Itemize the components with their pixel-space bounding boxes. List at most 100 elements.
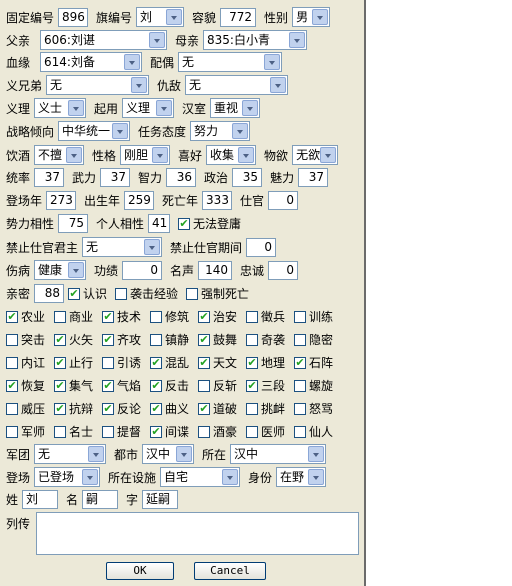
skill-checkbox[interactable]: ✔ 齐攻 [102, 331, 150, 348]
surname-input[interactable]: 刘 [22, 490, 59, 509]
int-input[interactable]: 36 [166, 168, 197, 187]
check-icon[interactable]: ✔ [246, 379, 258, 392]
checkbox-box[interactable] [294, 425, 306, 438]
skill-checkbox[interactable]: 仙人 [294, 423, 342, 440]
cannot-recruit-checkbox[interactable]: ✔ 无法登庸 [178, 215, 241, 232]
chevron-down-icon[interactable] [264, 54, 281, 70]
skill-checkbox[interactable]: ✔ 反论 [102, 400, 150, 417]
lead-input[interactable]: 37 [34, 168, 65, 187]
skill-checkbox[interactable]: ✔ 气焰 [102, 377, 150, 394]
righteous-select[interactable]: 义士 [34, 98, 87, 118]
facility-select[interactable]: 自宅 [160, 467, 241, 487]
skill-checkbox[interactable]: ✔ 集气 [54, 377, 102, 394]
checkbox-box[interactable] [246, 333, 258, 346]
death-input[interactable]: 333 [202, 191, 233, 210]
spouse-select[interactable]: 无 [178, 52, 283, 72]
skill-checkbox[interactable]: 军师 [6, 423, 54, 440]
check-icon[interactable]: ✔ [54, 402, 66, 415]
chevron-down-icon[interactable] [88, 446, 105, 462]
location-select[interactable]: 汉中 [230, 444, 327, 464]
chevron-down-icon[interactable] [232, 123, 249, 139]
ok-button[interactable]: OK [106, 562, 174, 580]
chevron-down-icon[interactable] [312, 9, 329, 25]
intimacy-input[interactable]: 88 [34, 284, 65, 303]
cha-input[interactable]: 37 [298, 168, 329, 187]
personality-select[interactable]: 刚胆 [120, 145, 171, 165]
cancel-button[interactable]: Cancel [194, 562, 266, 580]
hobby-select[interactable]: 收集 [206, 145, 257, 165]
skill-checkbox[interactable]: ✔ 农业 [6, 308, 54, 325]
recognize-checkbox[interactable]: ✔ 认识 [68, 285, 107, 302]
mission-select[interactable]: 努力 [190, 121, 251, 141]
check-icon[interactable]: ✔ [198, 333, 210, 346]
check-icon[interactable]: ✔ [6, 310, 18, 323]
check-icon[interactable]: ✔ [150, 356, 162, 369]
skill-checkbox[interactable]: ✔ 三段 [246, 377, 294, 394]
skill-checkbox[interactable]: 内讧 [6, 354, 54, 371]
chevron-down-icon[interactable] [131, 77, 148, 93]
check-icon[interactable]: ✔ [294, 356, 306, 369]
enemy-select[interactable]: 无 [185, 75, 289, 95]
mother-select[interactable]: 835:白小青 [203, 30, 308, 50]
ban-select[interactable]: 无 [82, 237, 163, 257]
checkbox-box[interactable] [6, 402, 18, 415]
checkbox-box[interactable] [54, 425, 66, 438]
chevron-down-icon[interactable] [152, 147, 169, 163]
check-icon[interactable]: ✔ [68, 287, 81, 300]
skill-checkbox[interactable]: 徵兵 [246, 308, 294, 325]
skill-checkbox[interactable]: ✔ 曲义 [150, 400, 198, 417]
chevron-down-icon[interactable] [308, 469, 325, 485]
merit-input[interactable]: 0 [122, 260, 163, 280]
sworn-select[interactable]: 无 [46, 75, 150, 95]
checkbox-box[interactable] [6, 333, 18, 346]
check-icon[interactable]: ✔ [198, 310, 210, 323]
skill-checkbox[interactable]: 修筑 [150, 308, 198, 325]
skill-checkbox[interactable]: 酒豪 [198, 423, 246, 440]
checkbox-box[interactable] [246, 310, 258, 323]
chevron-down-icon[interactable] [124, 54, 140, 70]
war-input[interactable]: 37 [100, 168, 131, 187]
face-input[interactable]: 772 [220, 7, 257, 27]
checkbox-box[interactable] [246, 402, 258, 415]
city-select[interactable]: 汉中 [142, 444, 195, 464]
checkbox-box[interactable] [150, 333, 162, 346]
checkbox-box[interactable] [294, 310, 306, 323]
skill-checkbox[interactable]: ✔ 恢复 [6, 377, 54, 394]
checkbox-box[interactable] [102, 356, 114, 369]
skill-checkbox[interactable]: ✔ 止行 [54, 354, 102, 371]
check-icon[interactable]: ✔ [102, 310, 114, 323]
chevron-down-icon[interactable] [166, 9, 183, 25]
chevron-down-icon[interactable] [68, 262, 85, 278]
skill-checkbox[interactable]: 商业 [54, 308, 102, 325]
skill-checkbox[interactable]: ✔ 火矢 [54, 331, 102, 348]
father-select[interactable]: 606:刘谌 [40, 30, 167, 50]
skill-checkbox[interactable]: 名士 [54, 423, 102, 440]
skill-checkbox[interactable]: ✔ 地理 [246, 354, 294, 371]
fame-input[interactable]: 140 [198, 260, 233, 280]
checkbox-box[interactable] [186, 287, 199, 300]
checkbox-box[interactable] [294, 379, 306, 392]
checkbox-box[interactable] [6, 356, 18, 369]
drink-select[interactable]: 不擅 [34, 145, 85, 165]
chevron-down-icon[interactable] [144, 239, 161, 255]
skill-checkbox[interactable]: 反斩 [198, 377, 246, 394]
check-icon[interactable]: ✔ [246, 356, 258, 369]
checkbox-box[interactable] [6, 425, 18, 438]
chevron-down-icon[interactable] [242, 100, 259, 116]
checkbox-box[interactable] [198, 425, 210, 438]
appear-select[interactable]: 已登场 [34, 467, 101, 487]
force-death-checkbox[interactable]: 强制死亡 [186, 285, 249, 302]
skill-checkbox[interactable]: 突击 [6, 331, 54, 348]
skill-checkbox[interactable]: 威压 [6, 400, 54, 417]
given-input[interactable]: 嗣 [82, 490, 119, 509]
flag-select[interactable]: 刘 [136, 7, 185, 27]
corps-select[interactable]: 无 [34, 444, 107, 464]
skill-checkbox[interactable]: ✔ 间谍 [150, 423, 198, 440]
gender-select[interactable]: 男 [292, 7, 331, 27]
chevron-down-icon[interactable] [270, 77, 287, 93]
skill-checkbox[interactable]: 引诱 [102, 354, 150, 371]
debut-input[interactable]: 273 [46, 191, 77, 210]
style-input[interactable]: 延嗣 [142, 490, 179, 509]
chevron-down-icon[interactable] [289, 32, 306, 48]
check-icon[interactable]: ✔ [178, 217, 191, 230]
